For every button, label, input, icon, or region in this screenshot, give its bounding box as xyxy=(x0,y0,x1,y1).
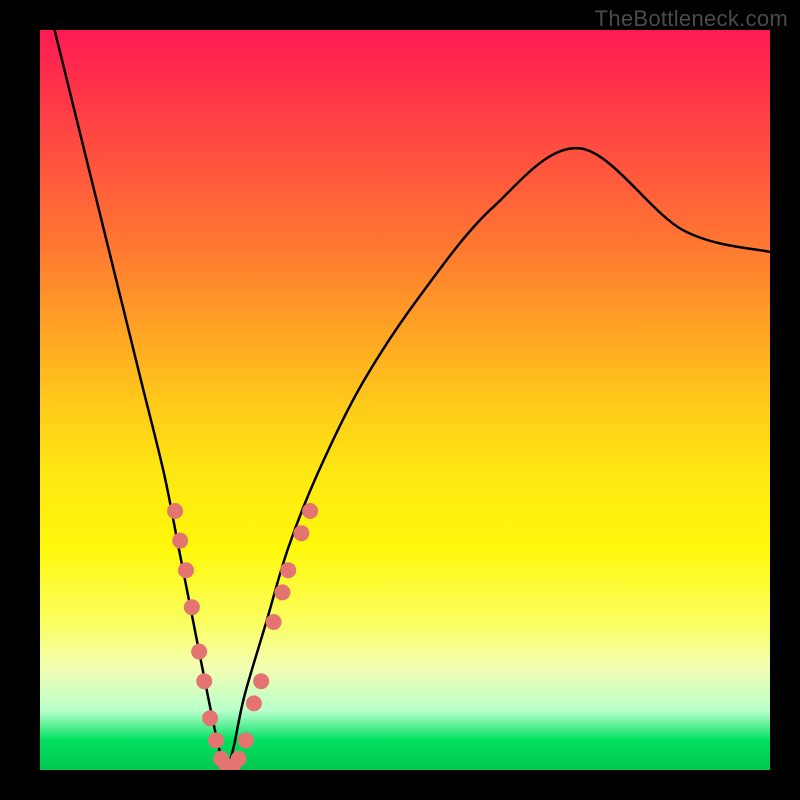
plot-area xyxy=(40,30,770,770)
scatter-dot xyxy=(280,562,296,578)
chart-frame: TheBottleneck.com xyxy=(0,0,800,800)
scatter-dot xyxy=(208,732,224,748)
scatter-dot xyxy=(231,751,247,767)
scatter-dot xyxy=(196,673,212,689)
scatter-dot xyxy=(266,614,282,630)
scatter-dot xyxy=(238,732,254,748)
scatter-dot xyxy=(253,673,269,689)
scatter-dot xyxy=(246,695,262,711)
bottleneck-curve xyxy=(55,30,770,770)
scatter-dot xyxy=(202,710,218,726)
scatter-dot xyxy=(184,599,200,615)
watermark-text: TheBottleneck.com xyxy=(595,6,788,32)
scatter-dot xyxy=(167,503,183,519)
scatter-dot xyxy=(302,503,318,519)
scatter-dot xyxy=(274,584,290,600)
scatter-dot xyxy=(178,562,194,578)
scatter-dot xyxy=(191,644,207,660)
scatter-dot xyxy=(172,533,188,549)
chart-svg xyxy=(40,30,770,770)
scatter-dot xyxy=(293,525,309,541)
scatter-dots xyxy=(167,503,318,770)
